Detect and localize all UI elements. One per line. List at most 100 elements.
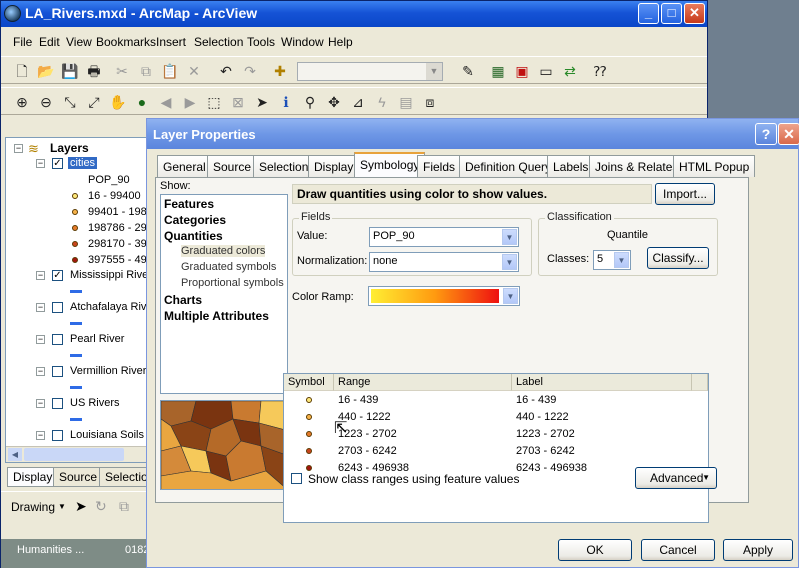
class-range[interactable]: 2703 - 6242: [338, 445, 397, 457]
menu-selection[interactable]: Selection: [194, 35, 243, 49]
color-ramp-select[interactable]: ▼: [368, 286, 520, 306]
chevron-down-icon[interactable]: ▼: [502, 254, 517, 270]
classes-select[interactable]: 5 ▼: [593, 250, 631, 270]
toc-tab-display[interactable]: Display: [7, 467, 59, 487]
soils-checkbox[interactable]: [52, 430, 63, 441]
toc-horizontal-scrollbar[interactable]: ◀: [6, 446, 148, 462]
vermillion-checkbox[interactable]: [52, 366, 63, 377]
whats-this-icon[interactable]: ⁇: [591, 62, 609, 80]
tab-display[interactable]: Display: [308, 155, 360, 177]
drawing-menu[interactable]: Drawing: [11, 500, 55, 514]
show-class-ranges-checkbox[interactable]: [291, 473, 302, 484]
cancel-button[interactable]: Cancel: [641, 539, 715, 561]
toc-tab-selection[interactable]: Selection: [99, 467, 149, 487]
full-extent-globe-icon[interactable]: ●: [133, 93, 151, 111]
create-viewer-icon[interactable]: ⧈: [421, 93, 439, 111]
zoom-in-icon[interactable]: ⊕: [13, 93, 31, 111]
scroll-left-icon[interactable]: ◀: [8, 448, 22, 461]
menu-file[interactable]: File: [13, 35, 32, 49]
minimize-button[interactable]: _: [638, 3, 659, 24]
menu-help[interactable]: Help: [328, 35, 353, 49]
redo-icon[interactable]: ↷: [241, 62, 259, 80]
collapse-cities-icon[interactable]: −: [36, 159, 45, 168]
show-graduated-symbols[interactable]: Graduated symbols: [181, 261, 276, 273]
show-charts[interactable]: Charts: [164, 293, 202, 307]
us-rivers-checkbox[interactable]: [52, 398, 63, 409]
value-select[interactable]: POP_90 ▼: [369, 227, 519, 247]
layer-pearl-label[interactable]: Pearl River: [70, 333, 124, 345]
back-arrow-icon[interactable]: ◀: [157, 93, 175, 111]
tab-fields[interactable]: Fields: [417, 155, 462, 177]
symbol-column-header[interactable]: Symbol: [284, 374, 334, 391]
dialog-close-button[interactable]: ✕: [778, 123, 799, 145]
chevron-down-icon[interactable]: ▼: [426, 63, 442, 80]
class-symbol[interactable]: [306, 448, 312, 454]
cut-icon[interactable]: ✂: [113, 62, 131, 80]
delete-icon[interactable]: ✕: [185, 62, 203, 80]
taskbar-item[interactable]: Humanities ...: [17, 544, 84, 556]
tab-labels[interactable]: Labels: [547, 155, 595, 177]
map-scale-combo[interactable]: ▼: [297, 62, 443, 81]
class-symbol[interactable]: [306, 465, 312, 471]
close-button[interactable]: ✕: [684, 3, 705, 24]
forward-arrow-icon[interactable]: ▶: [181, 93, 199, 111]
arctoolbox-icon[interactable]: ▣: [513, 62, 531, 80]
class-label[interactable]: 6243 - 496938: [516, 462, 587, 474]
menu-bookmarks[interactable]: Bookmarks: [96, 35, 156, 49]
class-symbol[interactable]: [306, 414, 312, 420]
layer-cities-label[interactable]: cities: [68, 157, 98, 169]
command-line-icon[interactable]: ▭: [537, 62, 555, 80]
paste-icon[interactable]: 📋: [161, 62, 179, 80]
show-class-ranges-label[interactable]: Show class ranges using feature values: [308, 472, 519, 486]
class-range[interactable]: 16 - 439: [338, 394, 378, 406]
tab-html-popup[interactable]: HTML Popup: [673, 155, 756, 177]
class-symbol[interactable]: [306, 431, 312, 437]
chevron-down-icon[interactable]: ▼: [502, 229, 517, 245]
rotate-icon[interactable]: ↻: [95, 498, 107, 515]
copy-icon[interactable]: ⧉: [137, 62, 155, 80]
advanced-button[interactable]: Advanced ▼: [635, 467, 717, 489]
hyperlink-icon[interactable]: ϟ: [373, 93, 391, 111]
scroll-thumb[interactable]: [24, 448, 124, 461]
classify-button[interactable]: Classify...: [647, 247, 709, 269]
label-column-header[interactable]: Label: [512, 374, 692, 391]
collapse-layer-icon[interactable]: −: [36, 271, 45, 280]
tab-source[interactable]: Source: [207, 155, 258, 177]
show-multiple-attributes[interactable]: Multiple Attributes: [164, 309, 269, 323]
show-features[interactable]: Features: [164, 197, 214, 211]
add-data-icon[interactable]: ✚: [271, 62, 289, 80]
menu-view[interactable]: View: [66, 35, 92, 49]
html-popup-icon[interactable]: ▤: [397, 93, 415, 111]
range-column-header[interactable]: Range: [334, 374, 512, 391]
fixed-zoom-out-icon[interactable]: ⤢: [85, 93, 103, 111]
class-label[interactable]: 16 - 439: [516, 394, 556, 406]
tab-definition-query[interactable]: Definition Query: [459, 155, 558, 177]
chevron-down-icon[interactable]: ▼: [503, 288, 518, 304]
apply-button[interactable]: Apply: [723, 539, 793, 561]
chevron-down-icon[interactable]: ▼: [614, 252, 629, 268]
menu-edit[interactable]: Edit: [39, 35, 60, 49]
show-quantities[interactable]: Quantities: [164, 229, 223, 243]
atchafalaya-checkbox[interactable]: [52, 302, 63, 313]
layer-atchafalaya-label[interactable]: Atchafalaya River: [70, 301, 148, 313]
tab-joins-relates[interactable]: Joins & Relates: [589, 155, 685, 177]
maximize-button[interactable]: □: [661, 3, 682, 24]
open-folder-icon[interactable]: 📂: [37, 62, 55, 80]
collapse-layer-icon[interactable]: −: [36, 303, 45, 312]
print-icon[interactable]: 🖶: [85, 62, 103, 80]
ok-button[interactable]: OK: [558, 539, 632, 561]
menu-window[interactable]: Window: [281, 35, 324, 49]
class-label[interactable]: 440 - 1222: [516, 411, 569, 423]
collapse-layer-icon[interactable]: −: [36, 431, 45, 440]
layer-vermillion-label[interactable]: Vermillion River: [70, 365, 146, 377]
find-binoculars-icon[interactable]: ⚲: [301, 93, 319, 111]
drawing-dropdown-icon[interactable]: ▼: [58, 502, 66, 511]
class-symbol[interactable]: [306, 397, 312, 403]
fixed-zoom-in-icon[interactable]: ⤡: [61, 93, 79, 111]
modelbuilder-icon[interactable]: ⇄: [561, 62, 579, 80]
class-label[interactable]: 2703 - 6242: [516, 445, 575, 457]
undo-icon[interactable]: ↶: [217, 62, 235, 80]
help-button[interactable]: ?: [755, 123, 777, 145]
new-document-icon[interactable]: 🗋: [13, 62, 31, 80]
pearl-checkbox[interactable]: [52, 334, 63, 345]
